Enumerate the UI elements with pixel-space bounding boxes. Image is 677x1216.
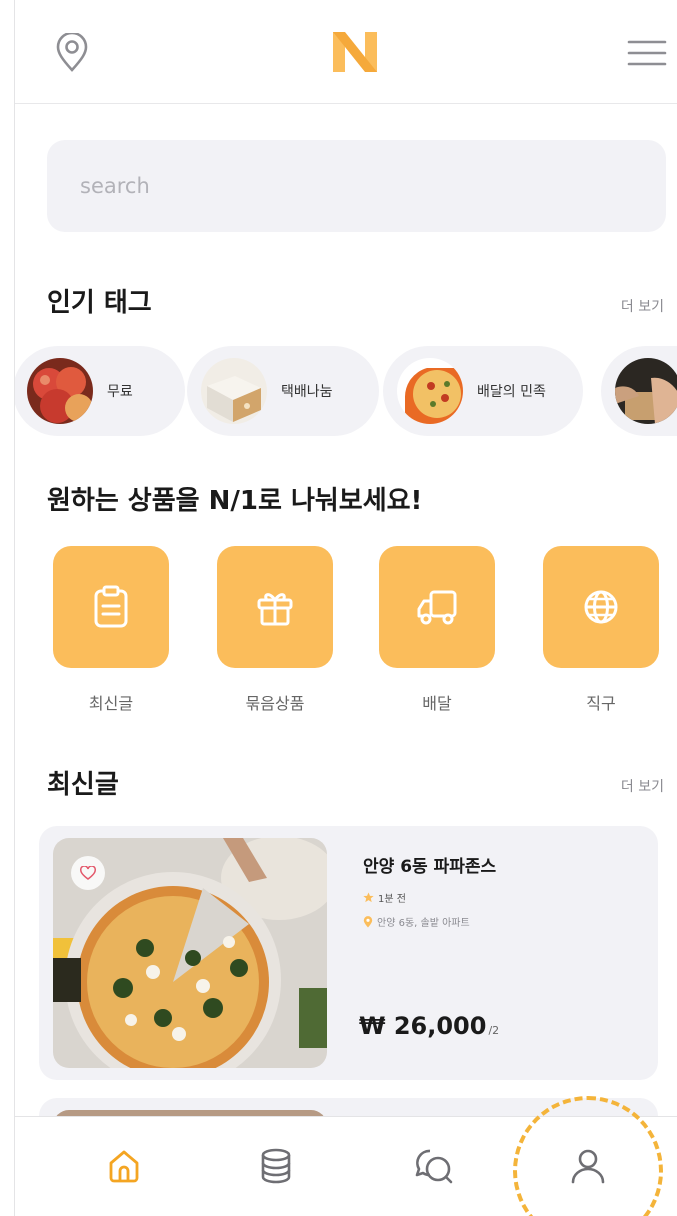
post-photo <box>53 838 327 1068</box>
popular-tags-list: 무료 택배나눔 배달의 민족 <box>15 346 677 436</box>
home-icon <box>109 1150 139 1183</box>
search-input[interactable] <box>47 140 666 232</box>
tag-thumb-parcel <box>201 358 267 424</box>
nav-profile[interactable] <box>565 1143 611 1189</box>
categories-title: 원하는 상품을 N/1로 나눠보세요! <box>47 486 423 516</box>
location-pin-icon <box>56 33 88 72</box>
popular-tags-title: 인기 태그 <box>47 288 152 318</box>
popular-tags-more-link[interactable]: 더 보기 <box>621 296 664 316</box>
nav-home[interactable] <box>101 1143 147 1189</box>
category-label: 배달 <box>422 694 452 713</box>
app-logo <box>333 32 377 72</box>
post-price-split: /2 <box>488 1024 500 1037</box>
post-price: ₩ 26,000/2 <box>359 1012 499 1040</box>
category-tile[interactable] <box>543 546 659 668</box>
category-label: 묶음상품 <box>245 694 305 713</box>
tag-thumb-apples <box>27 358 93 424</box>
category-label: 직구 <box>586 694 616 713</box>
tag-label: 무료 <box>107 384 133 400</box>
heart-icon <box>80 866 96 880</box>
bottom-navigation <box>15 1116 677 1216</box>
category-grid: 최신글 묶음상품 배달 직구 <box>15 546 677 726</box>
tag-thumb-pizza <box>397 358 463 424</box>
category-direct-purchase[interactable]: 직구 <box>541 546 661 714</box>
gift-icon <box>257 593 293 626</box>
tag-chip-delivery[interactable]: 배달의 민족 <box>383 346 583 436</box>
tag-thumb-hands <box>615 358 677 424</box>
tag-chip-partial[interactable] <box>601 346 677 436</box>
globe-icon <box>584 590 618 624</box>
latest-more-link[interactable]: 더 보기 <box>621 776 664 796</box>
menu-button[interactable] <box>624 30 670 76</box>
location-button[interactable] <box>49 30 95 76</box>
post-location: 안양 6동, 솔밭 아파트 <box>363 914 470 929</box>
clipboard-icon <box>94 585 128 628</box>
app-frame: 인기 태그 더 보기 무료 <box>14 0 677 1216</box>
category-tile[interactable] <box>379 546 495 668</box>
category-tile[interactable] <box>217 546 333 668</box>
category-label: 최신글 <box>88 694 134 713</box>
post-time: 1분 전 <box>363 890 406 905</box>
post-time-text: 1분 전 <box>378 894 406 905</box>
latest-title: 최신글 <box>47 770 119 800</box>
category-tile[interactable] <box>53 546 169 668</box>
post-location-text: 안양 6동, 솔밭 아파트 <box>377 918 470 929</box>
favorite-button[interactable] <box>71 856 105 890</box>
category-latest[interactable]: 최신글 <box>51 546 171 714</box>
location-pin-icon <box>363 915 373 927</box>
tag-label: 배달의 민족 <box>477 384 546 400</box>
category-bundle[interactable]: 묶음상품 <box>215 546 335 714</box>
nav-chat[interactable] <box>411 1143 457 1189</box>
category-delivery[interactable]: 배달 <box>377 546 497 714</box>
top-header <box>15 0 677 104</box>
profile-icon <box>571 1149 605 1184</box>
database-icon <box>261 1148 291 1184</box>
tag-chip-free[interactable]: 무료 <box>15 346 185 436</box>
search-bar[interactable] <box>47 140 666 232</box>
post-card[interactable]: 안양 6동 파파존스 1분 전 안양 6동, 솔밭 아파트 ₩ 26,000/2 <box>39 826 658 1080</box>
truck-icon <box>417 590 457 625</box>
tag-chip-parcel[interactable]: 택배나눔 <box>187 346 379 436</box>
star-icon <box>363 892 374 903</box>
post-title: 안양 6동 파파존스 <box>363 857 497 877</box>
hamburger-menu-icon <box>627 40 667 66</box>
post-price-value: ₩ 26,000 <box>359 1012 487 1040</box>
tag-label: 택배나눔 <box>281 384 333 400</box>
chat-icon <box>415 1149 453 1184</box>
nav-database[interactable] <box>253 1143 299 1189</box>
